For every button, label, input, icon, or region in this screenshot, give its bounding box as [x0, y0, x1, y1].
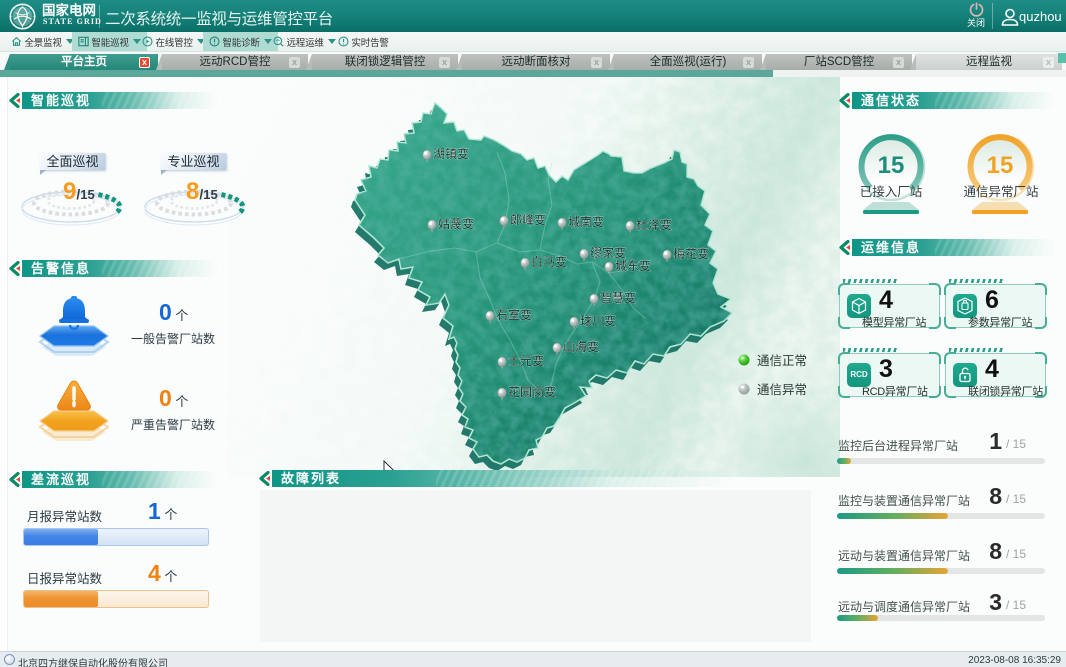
svg-text:杜泽变: 杜泽变 [636, 217, 672, 232]
svg-text:通信异常: 通信异常 [757, 383, 807, 397]
svg-text:城南变: 城南变 [568, 214, 604, 229]
svg-text:士元变: 士元变 [508, 353, 544, 368]
svg-text:白马变: 白马变 [531, 254, 567, 269]
svg-text:梅花变: 梅花变 [673, 246, 709, 261]
svg-text:湖镇变: 湖镇变 [433, 146, 469, 161]
svg-text:石室变: 石室变 [496, 307, 532, 322]
svg-text:姑蔑变: 姑蔑变 [438, 216, 474, 231]
svg-text:花园岗变: 花园岗变 [508, 384, 556, 399]
svg-text:山海变: 山海变 [563, 339, 599, 354]
svg-text:通信正常: 通信正常 [757, 354, 807, 368]
svg-text:智慧变: 智慧变 [600, 290, 636, 305]
svg-text:城东变: 城东变 [615, 258, 651, 273]
svg-text:缪家变: 缪家变 [590, 245, 626, 260]
svg-text:郎峰变: 郎峰变 [510, 212, 546, 227]
svg-text:球川变: 球川变 [580, 313, 616, 328]
